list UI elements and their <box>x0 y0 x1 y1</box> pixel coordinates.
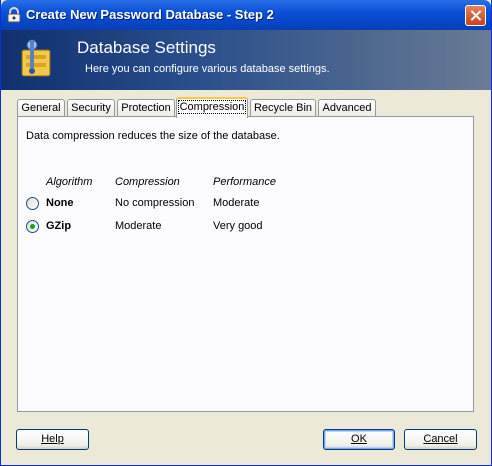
close-icon[interactable] <box>465 5 486 26</box>
radio-gzip[interactable] <box>26 220 39 233</box>
performance-gzip-value: Very good <box>213 220 263 232</box>
tab-protection[interactable]: Protection <box>117 99 175 116</box>
cancel-button-label: Cancel <box>423 433 458 445</box>
radio-selected-dot <box>30 224 35 229</box>
header-performance: Performance <box>213 176 276 188</box>
tab-recycle-bin[interactable]: Recycle Bin <box>250 99 316 116</box>
banner-title: Database Settings <box>77 38 216 57</box>
banner-subtitle: Here you can configure various database … <box>85 63 330 75</box>
help-button[interactable]: Help <box>16 429 89 450</box>
cancel-button[interactable]: Cancel <box>404 429 477 450</box>
header-banner: Database Settings Here you can configure… <box>1 30 491 90</box>
header-algorithm: Algorithm <box>46 176 93 188</box>
compression-none-value: No compression <box>115 197 195 209</box>
lock-icon <box>7 7 21 23</box>
tab-security[interactable]: Security <box>67 99 115 116</box>
help-button-label: Help <box>41 433 64 445</box>
dialog-window: Create New Password Database - Step 2 Da… <box>0 0 492 466</box>
ok-button[interactable]: OK <box>323 429 395 450</box>
ok-button-label: OK <box>351 433 367 445</box>
compression-description: Data compression reduces the size of the… <box>26 130 280 142</box>
algorithm-gzip-label[interactable]: GZip <box>46 220 71 232</box>
tab-advanced[interactable]: Advanced <box>318 99 376 116</box>
algorithm-none-label[interactable]: None <box>46 197 74 209</box>
title-bar[interactable]: Create New Password Database - Step 2 <box>1 0 491 30</box>
compression-panel: Data compression reduces the size of the… <box>17 116 474 412</box>
database-settings-icon <box>21 39 51 77</box>
tab-general[interactable]: General <box>17 99 65 116</box>
tab-compression-label: Compression <box>177 100 247 114</box>
compression-gzip-value: Moderate <box>115 220 162 232</box>
performance-none-value: Moderate <box>213 197 260 209</box>
header-compression: Compression <box>115 176 180 188</box>
tab-compression[interactable]: Compression <box>176 97 248 118</box>
radio-none[interactable] <box>26 197 39 210</box>
window-title: Create New Password Database - Step 2 <box>26 7 274 22</box>
